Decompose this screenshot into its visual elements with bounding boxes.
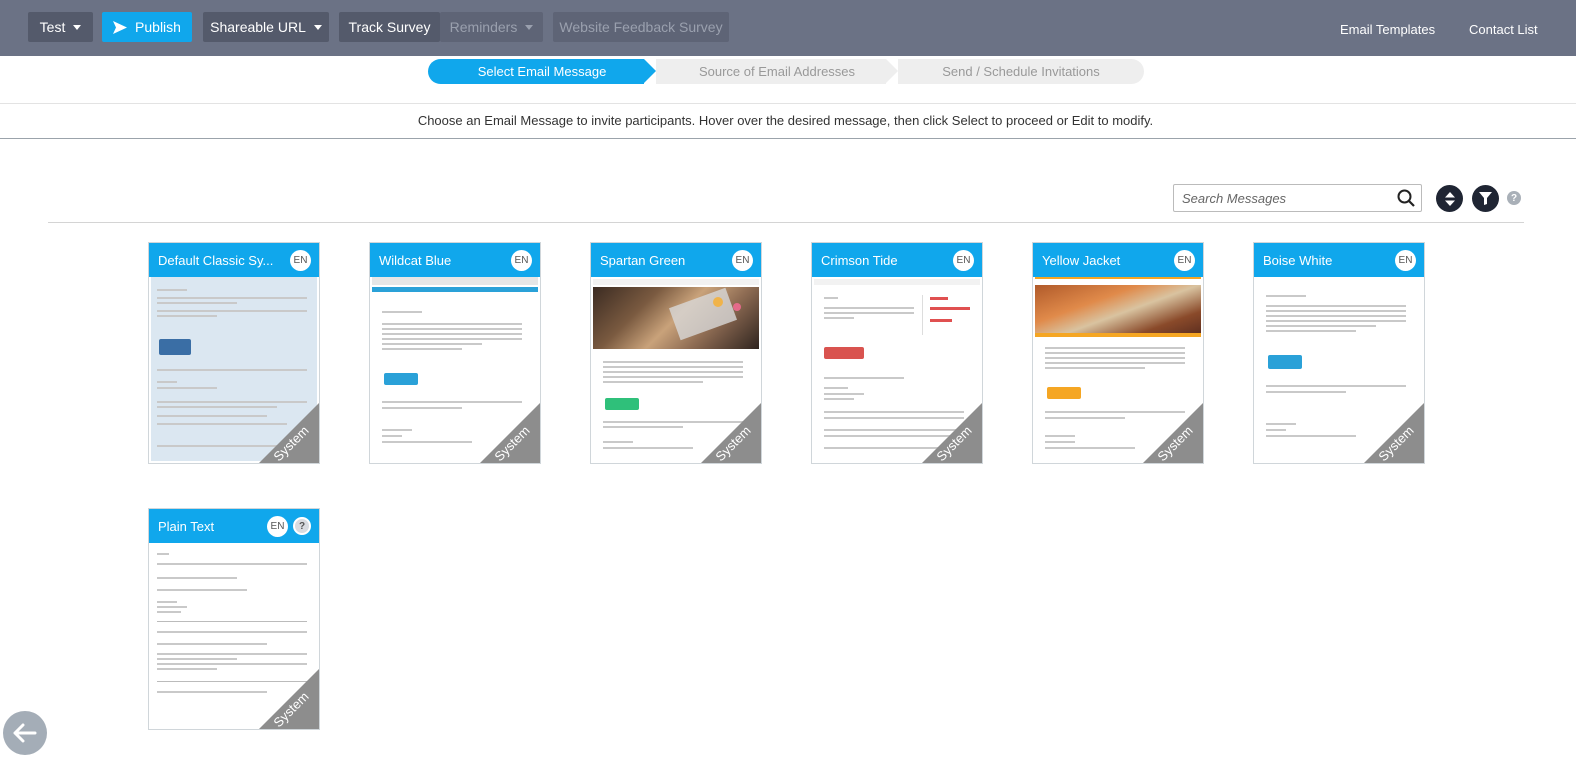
search-input[interactable]: [1174, 185, 1394, 211]
email-template-card-wildcat-blue[interactable]: Wildcat Blue EN System: [369, 242, 541, 464]
email-template-card-spartan-green[interactable]: Spartan Green EN System: [590, 242, 762, 464]
step-label: Source of Email Addresses: [698, 64, 856, 79]
reminders-dropdown-button[interactable]: Reminders: [440, 12, 543, 42]
header-divider: [0, 103, 1576, 104]
card-header: Default Classic Sy... EN: [149, 243, 319, 277]
filter-icon: [1479, 192, 1492, 205]
click-here-button: [605, 398, 639, 410]
language-badge: EN: [511, 249, 532, 271]
click-here-button: [159, 339, 191, 355]
step-source-of-email-addresses[interactable]: Source of Email Addresses: [656, 59, 898, 84]
step-select-email-message[interactable]: Select Email Message: [428, 59, 656, 84]
caret-down-icon: [525, 24, 534, 30]
step-label: Send / Schedule Invitations: [942, 64, 1100, 79]
reminders-label: Reminders: [449, 19, 518, 35]
email-template-card-crimson-tide[interactable]: Crimson Tide EN System: [811, 242, 983, 464]
survey-name-label: Website Feedback Survey: [559, 19, 723, 35]
instruction-divider: [0, 138, 1576, 139]
search-box: [1173, 184, 1422, 212]
publish-button[interactable]: Publish: [102, 12, 192, 42]
card-header: Wildcat Blue EN: [370, 243, 540, 277]
card-header: Plain Text EN ?: [149, 509, 319, 543]
shareable-url-label: Shareable URL: [210, 19, 306, 35]
click-here-button: [384, 373, 418, 385]
card-title: Spartan Green: [600, 252, 686, 268]
language-badge: EN: [290, 249, 311, 271]
send-icon: [113, 20, 128, 34]
contact-list-link[interactable]: Contact List: [1469, 22, 1538, 37]
publish-label: Publish: [135, 19, 181, 35]
language-badge: EN: [953, 249, 974, 271]
help-icon[interactable]: ?: [293, 517, 311, 535]
caret-down-icon: [73, 24, 82, 30]
email-template-card-default-classic[interactable]: Default Classic Sy... EN System: [148, 242, 320, 464]
email-template-card-plain-text[interactable]: Plain Text EN ? System: [148, 508, 320, 730]
language-badge: EN: [732, 249, 753, 271]
step-send-schedule-invitations[interactable]: Send / Schedule Invitations: [898, 59, 1144, 84]
sort-icon: [1444, 191, 1455, 206]
track-survey-button[interactable]: Track Survey: [339, 12, 440, 42]
top-toolbar: Test Publish Shareable URL Track Survey …: [0, 0, 1576, 56]
filter-button[interactable]: [1472, 185, 1499, 212]
click-here-button: [1268, 355, 1302, 369]
caret-down-icon: [313, 24, 322, 30]
card-header: Spartan Green EN: [591, 243, 761, 277]
card-header: Boise White EN: [1254, 243, 1424, 277]
sort-button[interactable]: [1436, 185, 1463, 212]
card-title: Wildcat Blue: [379, 252, 452, 268]
hero-image: [1035, 285, 1201, 333]
instruction-text: Choose an Email Message to invite partic…: [417, 113, 1154, 128]
card-title: Plain Text: [158, 518, 215, 534]
language-badge: EN: [267, 515, 288, 537]
survey-name-button[interactable]: Website Feedback Survey: [553, 12, 729, 42]
email-templates-link[interactable]: Email Templates: [1340, 22, 1435, 37]
card-title: Crimson Tide: [821, 252, 898, 268]
email-template-card-boise-white[interactable]: Boise White EN System: [1253, 242, 1425, 464]
track-survey-label: Track Survey: [348, 19, 431, 35]
test-label: Test: [39, 19, 66, 35]
back-button[interactable]: [3, 711, 47, 755]
language-badge: EN: [1395, 249, 1416, 271]
shareable-url-dropdown-button[interactable]: Shareable URL: [203, 12, 329, 42]
card-header: Crimson Tide EN: [812, 243, 982, 277]
step-label: Select Email Message: [477, 64, 607, 79]
card-title: Default Classic Sy...: [158, 252, 274, 268]
arrow-left-icon: [13, 723, 37, 743]
card-header: Yellow Jacket EN: [1033, 243, 1203, 277]
click-here-button: [1047, 387, 1081, 399]
email-template-card-yellow-jacket[interactable]: Yellow Jacket EN System: [1032, 242, 1204, 464]
search-icon[interactable]: [1397, 189, 1415, 207]
card-title: Boise White: [1263, 252, 1333, 268]
click-here-button: [824, 347, 864, 359]
language-badge: EN: [1174, 249, 1195, 271]
card-title: Yellow Jacket: [1042, 252, 1121, 268]
test-dropdown-button[interactable]: Test: [28, 12, 93, 42]
help-icon[interactable]: ?: [1507, 191, 1521, 205]
list-divider: [48, 222, 1524, 223]
